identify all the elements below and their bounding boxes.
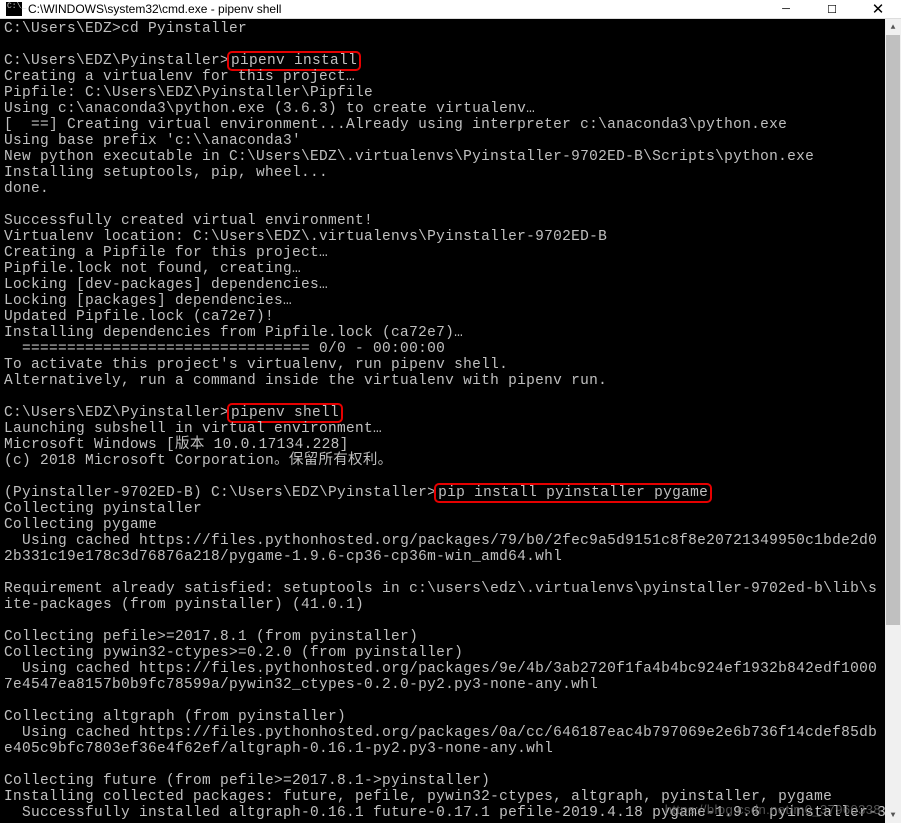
prompt: C:\Users\EDZ\Pyinstaller> <box>4 405 229 421</box>
window-title: C:\WINDOWS\system32\cmd.exe - pipenv she… <box>28 2 763 16</box>
terminal-container: C:\Users\EDZ>cd Pyinstaller C:\Users\EDZ… <box>0 19 901 823</box>
watermark-text: https://blog.csdn.net/m0_37960338 <box>665 802 881 817</box>
prompt: (Pyinstaller-9702ED-B) C:\Users\EDZ\Pyin… <box>4 485 436 501</box>
output-line: Collecting pyinstaller <box>4 501 202 517</box>
minimize-button[interactable]: ─ <box>763 0 809 18</box>
output-line: Locking [packages] dependencies… <box>4 293 292 309</box>
scroll-up-arrow[interactable]: ▲ <box>885 19 901 35</box>
output-line: Collecting pygame <box>4 517 157 533</box>
prompt: C:\Users\EDZ> <box>4 21 121 37</box>
output-line: To activate this project's virtualenv, r… <box>4 357 508 373</box>
scroll-down-arrow[interactable]: ▼ <box>885 807 901 823</box>
output-line: Requirement already satisfied: setuptool… <box>4 581 881 613</box>
output-line: Using c:\anaconda3\python.exe (3.6.3) to… <box>4 101 535 117</box>
output-line: Microsoft Windows [版本 10.0.17134.228] <box>4 437 349 453</box>
output-line: Virtualenv location: C:\Users\EDZ\.virtu… <box>4 229 607 245</box>
output-line: Locking [dev-packages] dependencies… <box>4 277 328 293</box>
highlight-pip-install: pip install pyinstaller pygame <box>434 483 712 503</box>
output-line: Using cached https://files.pythonhosted.… <box>4 725 881 757</box>
output-line: Installing setuptools, pip, wheel... <box>4 165 328 181</box>
output-line: Launching subshell in virtual environmen… <box>4 421 382 437</box>
output-line: Alternatively, run a command inside the … <box>4 373 607 389</box>
output-line: Pipfile: C:\Users\EDZ\Pyinstaller\Pipfil… <box>4 85 373 101</box>
cmd-icon <box>6 2 22 16</box>
output-line: Creating a virtualenv for this project… <box>4 69 355 85</box>
highlight-pipenv-shell: pipenv shell <box>227 403 343 423</box>
window-controls: ─ ☐ ✕ <box>763 0 901 18</box>
scroll-thumb[interactable] <box>886 35 900 625</box>
output-line: ================================ 0/0 - 0… <box>4 341 445 357</box>
maximize-button[interactable]: ☐ <box>809 0 855 18</box>
vertical-scrollbar[interactable]: ▲ ▼ <box>885 19 901 823</box>
output-line: Installing dependencies from Pipfile.loc… <box>4 325 463 341</box>
output-line: Successfully created virtual environment… <box>4 213 373 229</box>
prompt: C:\Users\EDZ\Pyinstaller> <box>4 53 229 69</box>
output-line: Using base prefix 'c:\\anaconda3' <box>4 133 301 149</box>
output-line: [ ==] Creating virtual environment...Alr… <box>4 117 787 133</box>
close-button[interactable]: ✕ <box>855 0 901 18</box>
output-line: (c) 2018 Microsoft Corporation。保留所有权利。 <box>4 453 392 469</box>
output-line: New python executable in C:\Users\EDZ\.v… <box>4 149 814 165</box>
output-line: Using cached https://files.pythonhosted.… <box>4 661 881 693</box>
output-line: Using cached https://files.pythonhosted.… <box>4 533 881 565</box>
command: cd Pyinstaller <box>121 21 247 37</box>
output-line: Updated Pipfile.lock (ca72e7)! <box>4 309 274 325</box>
output-line: Collecting pywin32-ctypes>=0.2.0 (from p… <box>4 645 463 661</box>
output-line: Collecting future (from pefile>=2017.8.1… <box>4 773 490 789</box>
output-line: Pipfile.lock not found, creating… <box>4 261 301 277</box>
output-line: Creating a Pipfile for this project… <box>4 245 328 261</box>
terminal-output[interactable]: C:\Users\EDZ>cd Pyinstaller C:\Users\EDZ… <box>0 19 885 823</box>
output-line: done. <box>4 181 49 197</box>
output-line: Collecting altgraph (from pyinstaller) <box>4 709 346 725</box>
highlight-pipenv-install: pipenv install <box>227 51 361 71</box>
window-titlebar: C:\WINDOWS\system32\cmd.exe - pipenv she… <box>0 0 901 19</box>
output-line: Collecting pefile>=2017.8.1 (from pyinst… <box>4 629 418 645</box>
